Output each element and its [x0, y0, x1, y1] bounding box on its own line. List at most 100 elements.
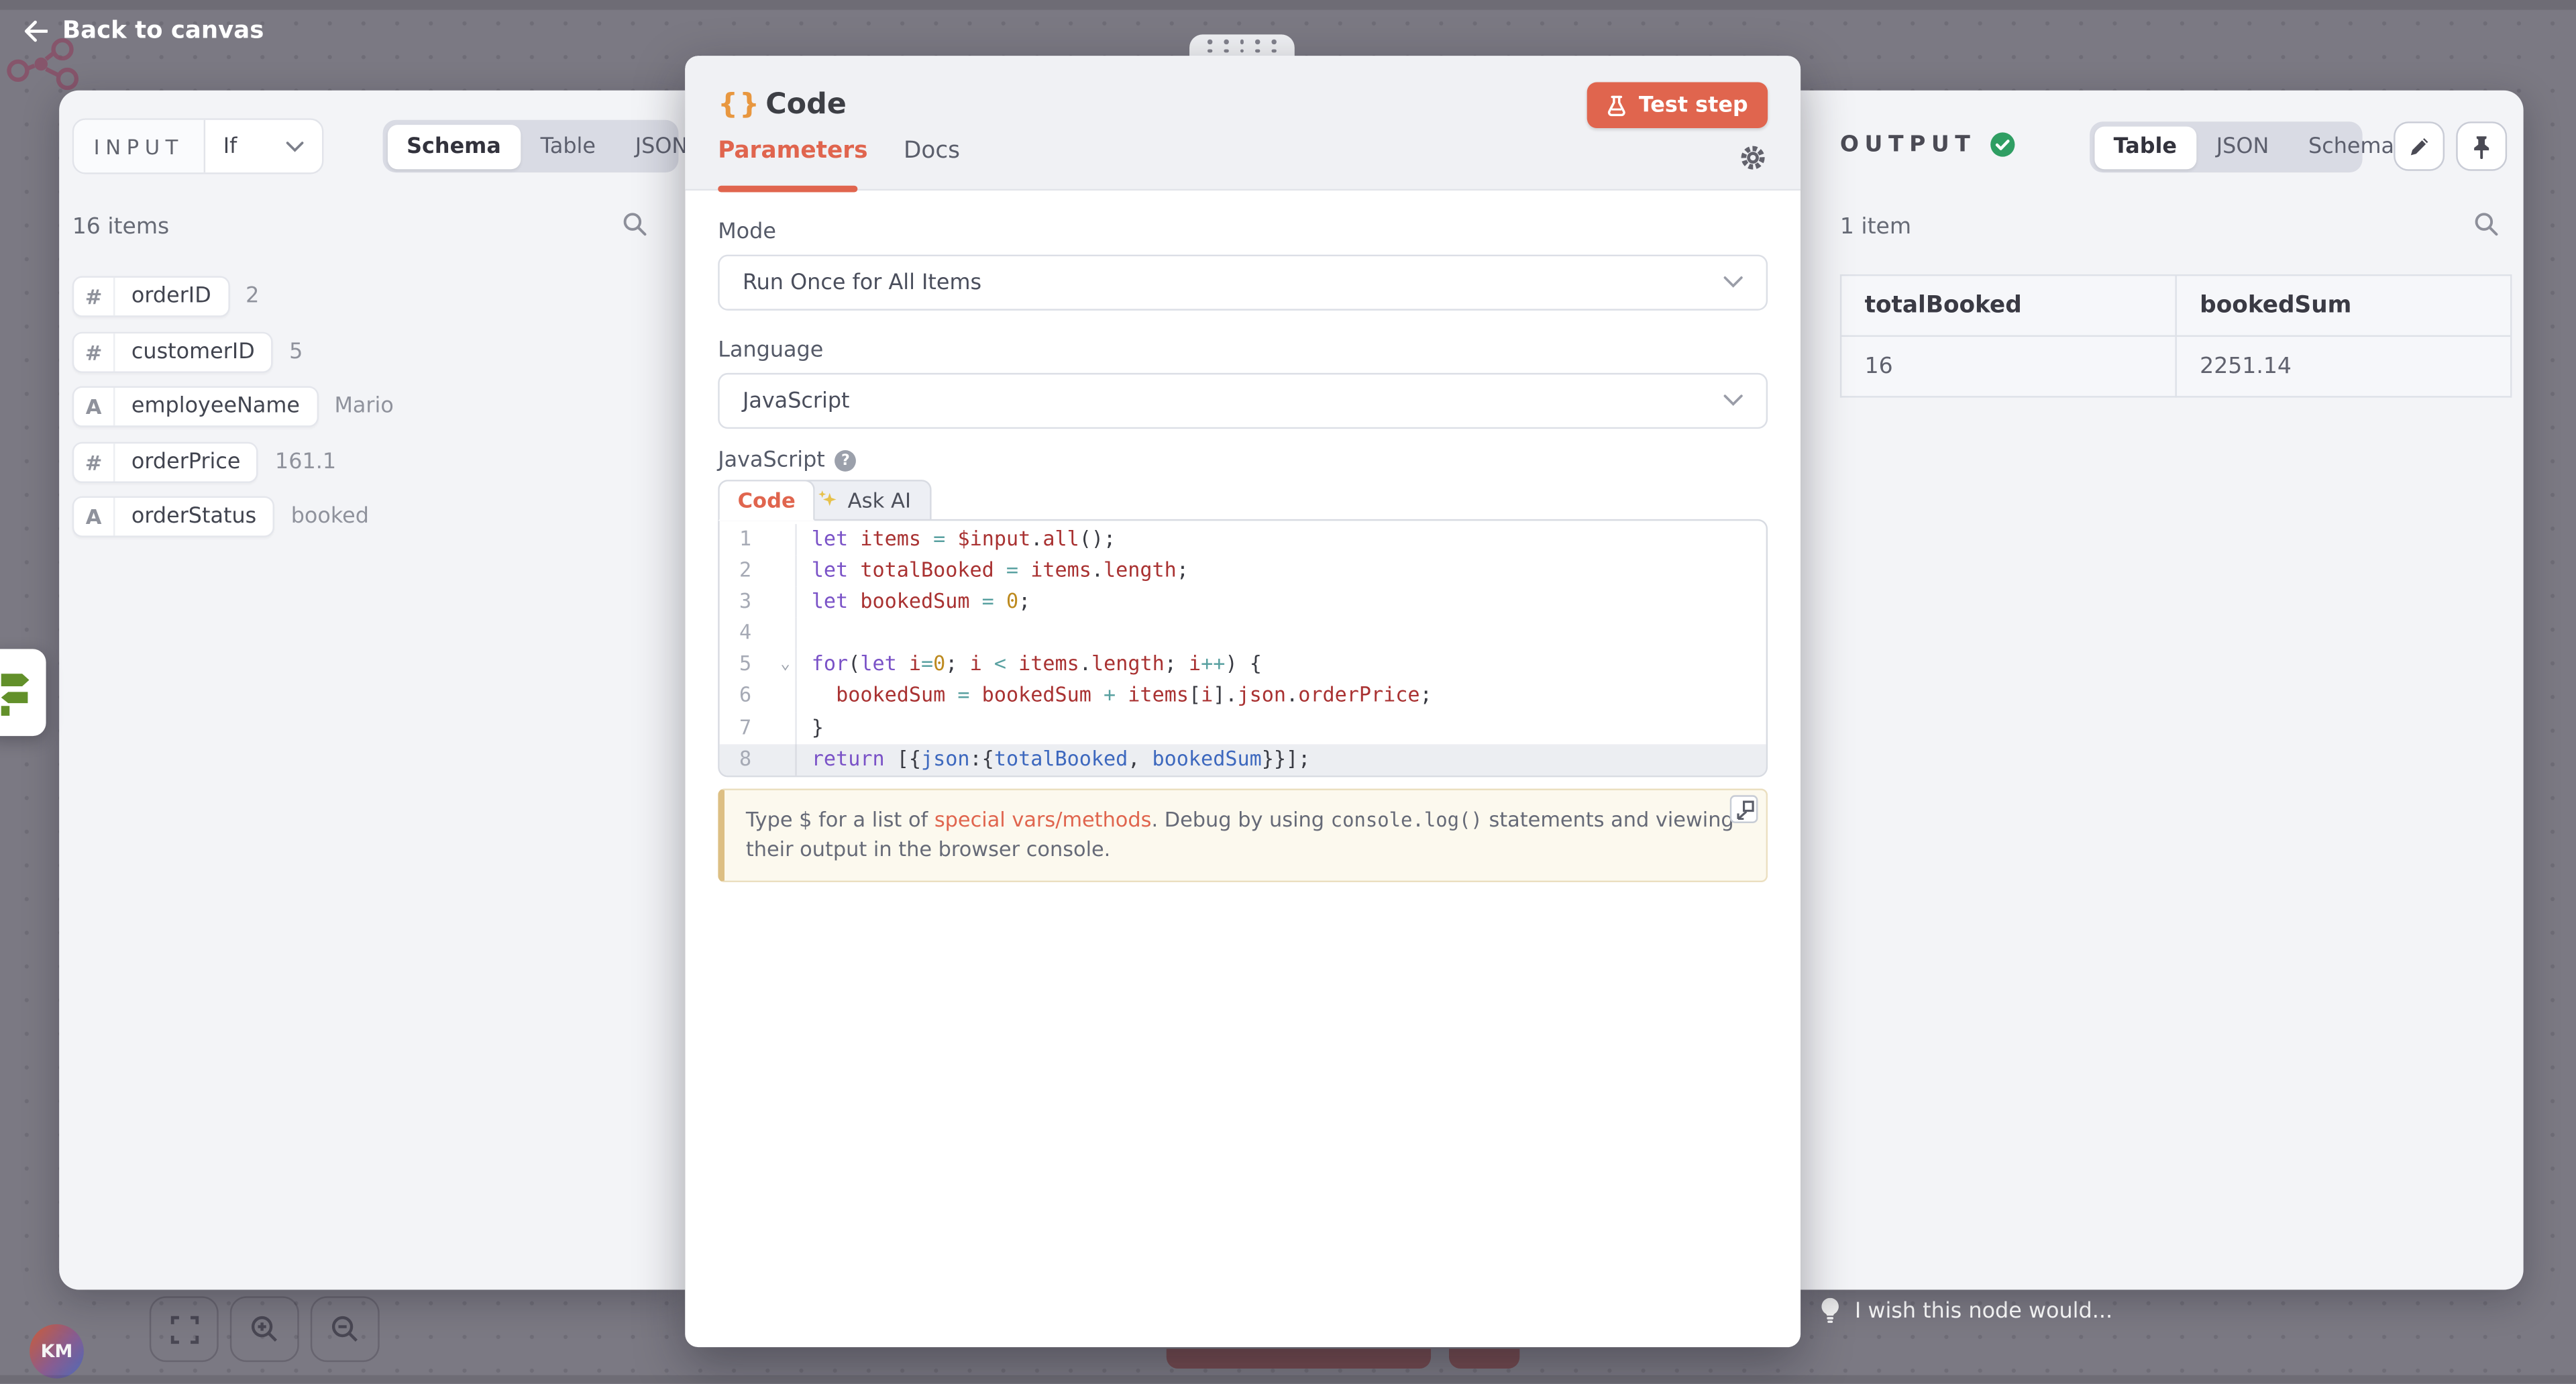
code-line-1[interactable]: 1let items = $input.all(); [720, 524, 1766, 555]
chevron-down-icon [1723, 276, 1743, 289]
output-column-totalBooked: totalBooked [1841, 275, 2176, 336]
input-source-value: If [223, 134, 237, 159]
field-value: 161.1 [275, 449, 336, 474]
avatar[interactable]: KM [30, 1324, 84, 1379]
schema-field-employeeName[interactable]: AemployeeNameMario [72, 386, 394, 427]
code-node-modal: {} Code Test step Parameters Docs Mode R… [685, 56, 1801, 1347]
code-text: let totalBooked = items.length; [797, 555, 1189, 587]
input-schema-list: #orderID2 #customerID 5 AemployeeNameMario #… [72, 276, 394, 537]
tab-docs[interactable]: Docs [904, 138, 960, 164]
line-number: 2 [720, 555, 797, 587]
expand-icon [1734, 799, 1754, 818]
help-icon[interactable]: ? [835, 450, 857, 472]
success-check-icon [1989, 131, 2015, 158]
language-value: JavaScript [743, 388, 850, 413]
input-node-stub-if[interactable] [0, 649, 46, 736]
zoom-out-icon [330, 1314, 360, 1344]
editor-tab-ask-ai-label: Ask AI [848, 488, 911, 513]
field-type-icon: # [74, 333, 115, 370]
code-line-4[interactable]: 4 [720, 619, 1766, 650]
edit-output-button[interactable] [2394, 121, 2445, 170]
input-display-mode-tabs: SchemaTableJSON [383, 120, 679, 172]
editor-tab-ask-ai[interactable]: Ask AI [798, 480, 930, 520]
output-table[interactable]: totalBookedbookedSum162251.14 [1840, 274, 2512, 398]
pin-data-button[interactable] [2456, 121, 2507, 170]
node-title[interactable]: Code [765, 89, 847, 121]
code-text: return [{json:{totalBooked, bookedSum}}]… [797, 744, 1311, 776]
line-number: 6 [720, 681, 797, 712]
schema-field-customerID[interactable]: #customerID 5 [72, 331, 394, 372]
chevron-down-icon [286, 140, 305, 152]
chevron-down-icon [1723, 394, 1743, 408]
code-text: let items = $input.all(); [797, 524, 1116, 555]
flask-icon [1607, 95, 1627, 116]
zoom-out-button[interactable] [311, 1296, 380, 1362]
expand-editor-button[interactable] [1730, 795, 1758, 823]
node-feedback-button[interactable]: I wish this node would... [1820, 1298, 2112, 1324]
output-cell: 16 [1841, 336, 2176, 397]
language-select[interactable]: JavaScript [718, 373, 1768, 429]
input-source-selector[interactable]: INPUT If [72, 118, 324, 174]
sparkles-icon [818, 490, 838, 509]
output-tab-json[interactable]: JSON [2196, 125, 2288, 168]
fit-view-icon [170, 1315, 198, 1343]
code-line-3[interactable]: 3let bookedSum = 0; [720, 587, 1766, 619]
editor-tab-code-label: Code [738, 488, 796, 513]
line-number: 3 [720, 587, 797, 619]
field-value: booked [291, 504, 369, 529]
code-text [797, 619, 812, 650]
app-root: Back to canvas KM I wish this node would… [0, 0, 2576, 1384]
fit-view-button[interactable] [150, 1296, 219, 1362]
output-search-icon[interactable] [2474, 212, 2499, 237]
code-editor[interactable]: 1let items = $input.all();2let totalBook… [718, 519, 1768, 777]
line-number: 7 [720, 712, 797, 744]
code-line-8[interactable]: 8return [{json:{totalBooked, bookedSum}}… [720, 744, 1766, 776]
test-step-button[interactable]: Test step [1588, 82, 1768, 128]
special-vars-link[interactable]: special vars/methods [934, 806, 1152, 831]
field-type-icon: A [74, 388, 115, 425]
drag-handle-dots [1208, 39, 1277, 53]
language-label: Language [718, 338, 823, 363]
fold-chevron-icon[interactable]: ⌄ [780, 649, 790, 681]
schema-field-orderStatus[interactable]: AorderStatusbooked [72, 496, 394, 537]
zoom-in-icon [250, 1314, 279, 1344]
input-panel-label: INPUT [74, 120, 205, 172]
editor-hint: Type $ for a list of special vars/method… [718, 789, 1768, 882]
field-value: 5 [289, 339, 303, 364]
editor-tab-code[interactable]: Code [718, 480, 815, 520]
code-line-2[interactable]: 2let totalBooked = items.length; [720, 555, 1766, 587]
code-line-5[interactable]: 5⌄for(let i=0; i < items.length; i++) { [720, 649, 1766, 681]
active-tab-underline [718, 186, 857, 192]
mode-value: Run Once for All Items [743, 270, 981, 295]
back-to-canvas-button[interactable]: Back to canvas [23, 18, 264, 44]
field-name: customerID [115, 333, 271, 370]
mode-select[interactable]: Run Once for All Items [718, 255, 1768, 311]
hint-text: . Debug by using [1151, 806, 1330, 831]
node-settings-gear-icon[interactable] [1738, 143, 1768, 172]
tab-parameters[interactable]: Parameters [718, 138, 867, 164]
arrow-left-icon [23, 19, 48, 42]
code-line-7[interactable]: 7} [720, 712, 1766, 744]
input-tab-table[interactable]: Table [521, 124, 615, 168]
modal-drag-handle[interactable] [1189, 34, 1295, 57]
line-number: 5⌄ [720, 649, 797, 681]
code-text: bookedSum = bookedSum + items[i].json.or… [797, 681, 1432, 712]
pin-icon [2471, 134, 2492, 159]
output-column-bookedSum: bookedSum [2176, 275, 2512, 336]
zoom-in-button[interactable] [230, 1296, 299, 1362]
node-feedback-label: I wish this node would... [1855, 1299, 2112, 1324]
output-tab-table[interactable]: Table [2094, 125, 2196, 168]
code-node-icon: {} [718, 89, 761, 121]
input-tab-schema[interactable]: Schema [387, 124, 521, 168]
schema-field-orderID[interactable]: #orderID2 [72, 276, 394, 317]
editor-label: JavaScript [718, 449, 825, 474]
input-search-icon[interactable] [623, 212, 647, 237]
code-line-6[interactable]: 6 bookedSum = bookedSum + items[i].json.… [720, 681, 1766, 712]
output-display-mode-tabs: TableJSONSchema [2090, 121, 2363, 172]
if-node-icon [0, 663, 46, 722]
field-name: orderID [115, 278, 227, 315]
dimmed-canvas-button [1167, 1349, 1431, 1369]
output-row[interactable]: 162251.14 [1841, 336, 2511, 397]
schema-field-orderPrice[interactable]: #orderPrice161.1 [72, 441, 394, 482]
field-type-icon: A [74, 498, 115, 535]
